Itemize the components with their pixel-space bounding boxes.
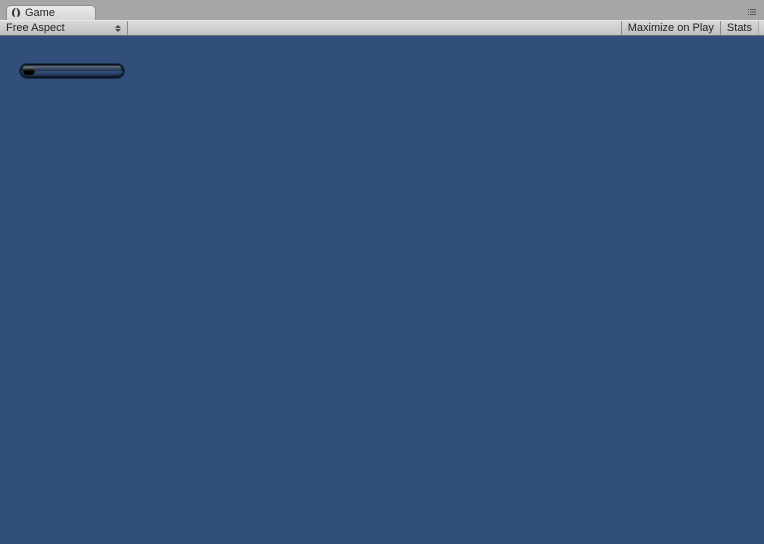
panel-options-icon[interactable]: [744, 7, 760, 17]
progress-gloss: [23, 66, 121, 71]
game-toolbar: Free Aspect Maximize on Play Stats: [0, 20, 764, 36]
progress-track: [20, 64, 124, 78]
game-viewport: [0, 36, 764, 544]
aspect-ratio-dropdown[interactable]: Free Aspect: [0, 21, 128, 35]
toolbar-spacer: [128, 21, 621, 35]
maximize-on-play-toggle[interactable]: Maximize on Play: [621, 21, 720, 35]
progress-bar: [20, 64, 124, 78]
tab-strip: Game: [0, 5, 764, 20]
toolbar-tail: [758, 21, 764, 35]
tab-label: Game: [25, 7, 55, 20]
tab-game[interactable]: Game: [6, 5, 96, 20]
stats-toggle[interactable]: Stats: [720, 21, 758, 35]
unity-logo-icon: [11, 8, 21, 18]
stats-label: Stats: [727, 22, 752, 34]
maximize-on-play-label: Maximize on Play: [628, 22, 714, 34]
aspect-ratio-label: Free Aspect: [6, 22, 65, 34]
progress-fill: [23, 67, 35, 75]
dropdown-caret-icon: [114, 23, 122, 33]
